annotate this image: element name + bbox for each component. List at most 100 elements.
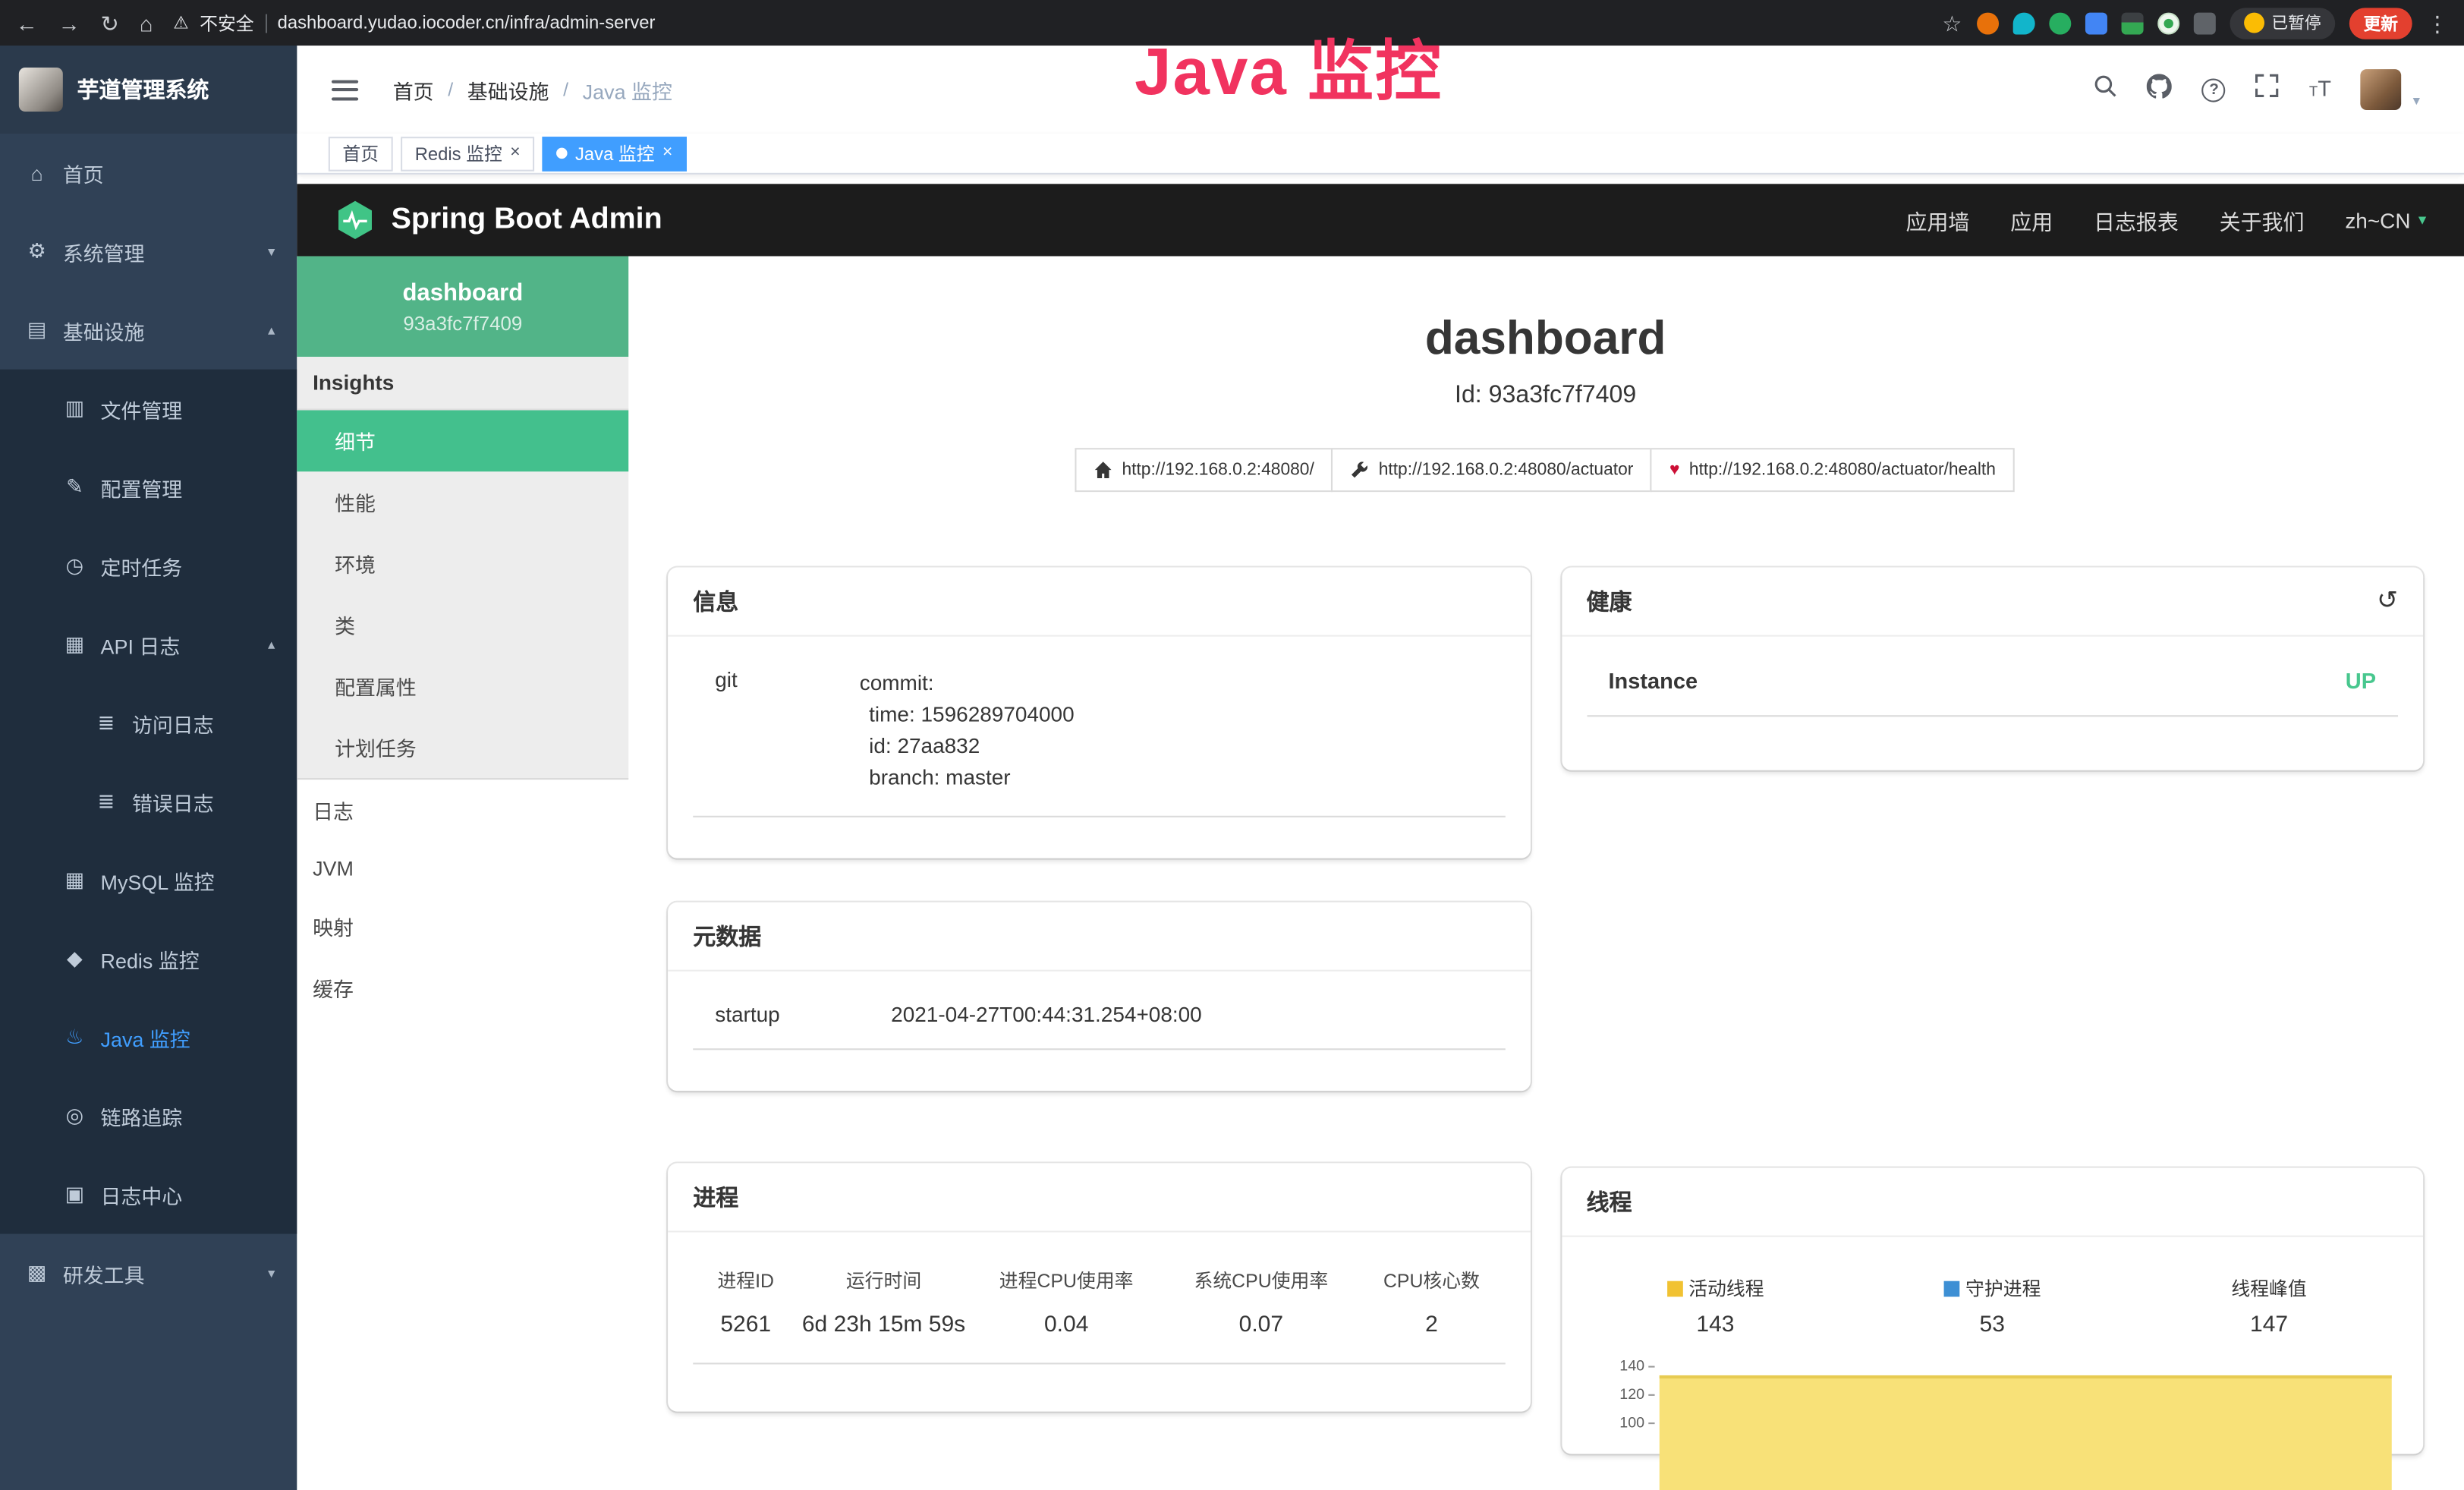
sba-menu-details[interactable]: 细节 xyxy=(297,410,628,471)
sba-menu-scheduled-tasks[interactable]: 计划任务 xyxy=(297,717,628,778)
health-url-button[interactable]: ♥ http://192.168.0.2:48080/actuator/heal… xyxy=(1651,448,2015,492)
sidebar-item-home[interactable]: ⌂ 首页 xyxy=(0,134,297,213)
legend-label: 线程峰值 xyxy=(2231,1274,2306,1301)
sba-menu-caches[interactable]: 缓存 xyxy=(297,957,628,1019)
sidebar-item-job[interactable]: ◷ 定时任务 xyxy=(0,527,297,606)
close-icon[interactable]: × xyxy=(662,145,672,162)
y-tick: 120 xyxy=(1583,1388,1655,1416)
app-logo[interactable]: 芋道管理系统 xyxy=(0,46,297,134)
home-button[interactable]: ⌂ xyxy=(140,12,153,34)
threads-card: 线程 活动线程 143 xyxy=(1561,1168,2423,1454)
sidebar-item-errorlog[interactable]: ≣ 错误日志 xyxy=(0,762,297,841)
search-icon[interactable] xyxy=(2094,74,2117,105)
sba-menu-classes[interactable]: 类 xyxy=(297,594,628,656)
process-header: 进程CPU使用率 xyxy=(969,1267,1164,1293)
topbar-actions: ? TT ▾ xyxy=(2094,69,2420,110)
legend-peak-threads: 线程峰值 147 xyxy=(2131,1274,2408,1337)
sba-nav-applications[interactable]: 应用 xyxy=(2010,204,2053,235)
chevron-down-icon: ▾ xyxy=(2418,212,2426,229)
health-card-title: 健康 xyxy=(1586,584,1632,617)
sidebar-item-accesslog[interactable]: ≣ 访问日志 xyxy=(0,684,297,763)
sidebar-item-trace[interactable]: ◎ 链路追踪 xyxy=(0,1076,297,1155)
breadcrumb-infra[interactable]: 基础设施 xyxy=(467,74,549,104)
history-icon[interactable]: ↺ xyxy=(2377,589,2398,614)
hamburger-menu-icon[interactable] xyxy=(332,80,358,100)
tag-home[interactable]: 首页 xyxy=(329,136,393,171)
sba-menu-jvm[interactable]: JVM xyxy=(297,841,628,896)
sidebar-item-label: Java 监控 xyxy=(101,1022,190,1052)
bookmark-star-icon[interactable]: ☆ xyxy=(1942,12,1962,34)
sidebar-item-infra[interactable]: ▤ 基础设施 ▴ xyxy=(0,291,297,370)
extension-icon-switch[interactable] xyxy=(2121,12,2143,34)
forward-button[interactable]: → xyxy=(58,12,80,34)
extension-icon-orange[interactable] xyxy=(1976,12,1998,34)
clock-icon: ◷ xyxy=(63,553,87,578)
sidebar-item-java[interactable]: ♨ Java 监控 xyxy=(0,998,297,1077)
home-icon xyxy=(1094,461,1112,480)
sba-menu-properties[interactable]: 配置属性 xyxy=(297,656,628,717)
sba-menu-performance[interactable]: 性能 xyxy=(297,471,628,533)
info-key: git xyxy=(715,668,860,794)
chrome-update-button[interactable]: 更新 xyxy=(2349,7,2412,38)
github-icon[interactable] xyxy=(2148,73,2173,106)
extension-icon-leaf[interactable] xyxy=(2157,12,2179,34)
sidebar-item-logcenter[interactable]: ▣ 日志中心 xyxy=(0,1155,297,1234)
profile-paused-badge[interactable]: 已暂停 xyxy=(2229,7,2335,38)
close-icon[interactable]: × xyxy=(510,145,520,162)
profile-avatar-icon xyxy=(2243,13,2264,33)
sba-nav-wallboard[interactable]: 应用墙 xyxy=(1906,204,1970,235)
address-bar[interactable]: ⚠ 不安全 dashboard.yudao.iocoder.cn/infra/a… xyxy=(173,10,655,35)
sba-menu-logs[interactable]: 日志 xyxy=(297,780,628,841)
process-card-title: 进程 xyxy=(693,1180,738,1213)
sidebar-item-system[interactable]: ⚙ 系统管理 ▾ xyxy=(0,213,297,291)
sba-menu-environment[interactable]: 环境 xyxy=(297,533,628,594)
sba-brand[interactable]: Spring Boot Admin xyxy=(335,200,662,241)
chevron-up-icon: ▴ xyxy=(268,321,275,339)
sba-language-selector[interactable]: zh~CN ▾ xyxy=(2345,208,2426,232)
sba-menu-mappings[interactable]: 映射 xyxy=(297,896,628,957)
sidebar-item-redis[interactable]: ◆ Redis 监控 xyxy=(0,919,297,998)
infrastructure-icon: ▤ xyxy=(25,317,49,342)
extension-icon-green[interactable] xyxy=(2048,12,2070,34)
legend-live-threads: 活动线程 143 xyxy=(1577,1274,1854,1337)
breadcrumb-home[interactable]: 首页 xyxy=(393,74,434,104)
sidebar-item-apilog[interactable]: ▦ API 日志 ▴ xyxy=(0,605,297,684)
process-header: 运行时间 xyxy=(798,1267,969,1293)
sidebar-item-file[interactable]: ▥ 文件管理 xyxy=(0,370,297,449)
process-value-syscpu: 0.07 xyxy=(1164,1312,1359,1337)
java-icon: ♨ xyxy=(63,1025,87,1050)
live-threads-area xyxy=(1659,1375,2392,1490)
back-button[interactable]: ← xyxy=(16,12,38,34)
extension-icon-blue[interactable] xyxy=(2085,12,2107,34)
chevron-down-icon: ▾ xyxy=(268,243,275,260)
actuator-url-button[interactable]: http://192.168.0.2:48080/actuator xyxy=(1332,448,1653,492)
admin-sidebar: 芋道管理系统 ⌂ 首页 ⚙ 系统管理 ▾ ▤ 基础设施 ▴ ▥ 文件管理 ✎ 配… xyxy=(0,46,297,1490)
tag-java[interactable]: Java 监控 × xyxy=(543,136,687,171)
process-value-uptime: 6d 23h 15m 59s xyxy=(798,1312,969,1337)
handwritten-annotation: Java 监控 xyxy=(1134,19,1443,115)
avatar[interactable] xyxy=(2361,69,2402,110)
sidebar-item-config[interactable]: ✎ 配置管理 xyxy=(0,448,297,527)
insights-group: Insights 细节 性能 环境 类 配置属性 计划任务 xyxy=(297,357,628,780)
refresh-button[interactable]: ↻ xyxy=(101,12,119,34)
sidebar-item-dev[interactable]: ▩ 研发工具 ▾ xyxy=(0,1234,297,1313)
tag-redis[interactable]: Redis 监控 × xyxy=(401,136,534,171)
sba-nav-journal[interactable]: 日志报表 xyxy=(2094,204,2179,235)
screen: ← → ↻ ⌂ ⚠ 不安全 dashboard.yudao.iocoder.cn… xyxy=(0,0,2464,1490)
extension-icon-colorpicker[interactable] xyxy=(2012,12,2034,34)
font-size-icon[interactable]: TT xyxy=(2309,75,2331,103)
process-value-cpu: 0.04 xyxy=(969,1312,1164,1337)
chart-plot-area xyxy=(1656,1359,2411,1454)
sidebar-item-mysql[interactable]: ▦ MySQL 监控 xyxy=(0,841,297,920)
file-icon: ▥ xyxy=(63,396,87,421)
extension-icon-puzzle[interactable] xyxy=(2193,12,2215,34)
sba-nav-about[interactable]: 关于我们 xyxy=(2220,204,2305,235)
log-icon: ▦ xyxy=(63,632,87,657)
fullscreen-icon[interactable] xyxy=(2255,74,2279,105)
browser-menu-button[interactable]: ⋮ xyxy=(2426,12,2448,34)
instance-header[interactable]: dashboard 93a3fc7f7409 xyxy=(297,257,628,358)
help-icon[interactable]: ? xyxy=(2202,78,2226,102)
metadata-row-startup: startup 2021-04-27T00:44:31.254+08:00 xyxy=(693,981,1505,1050)
service-url-button[interactable]: http://192.168.0.2:48080/ xyxy=(1075,448,1333,492)
address-divider xyxy=(265,14,266,33)
